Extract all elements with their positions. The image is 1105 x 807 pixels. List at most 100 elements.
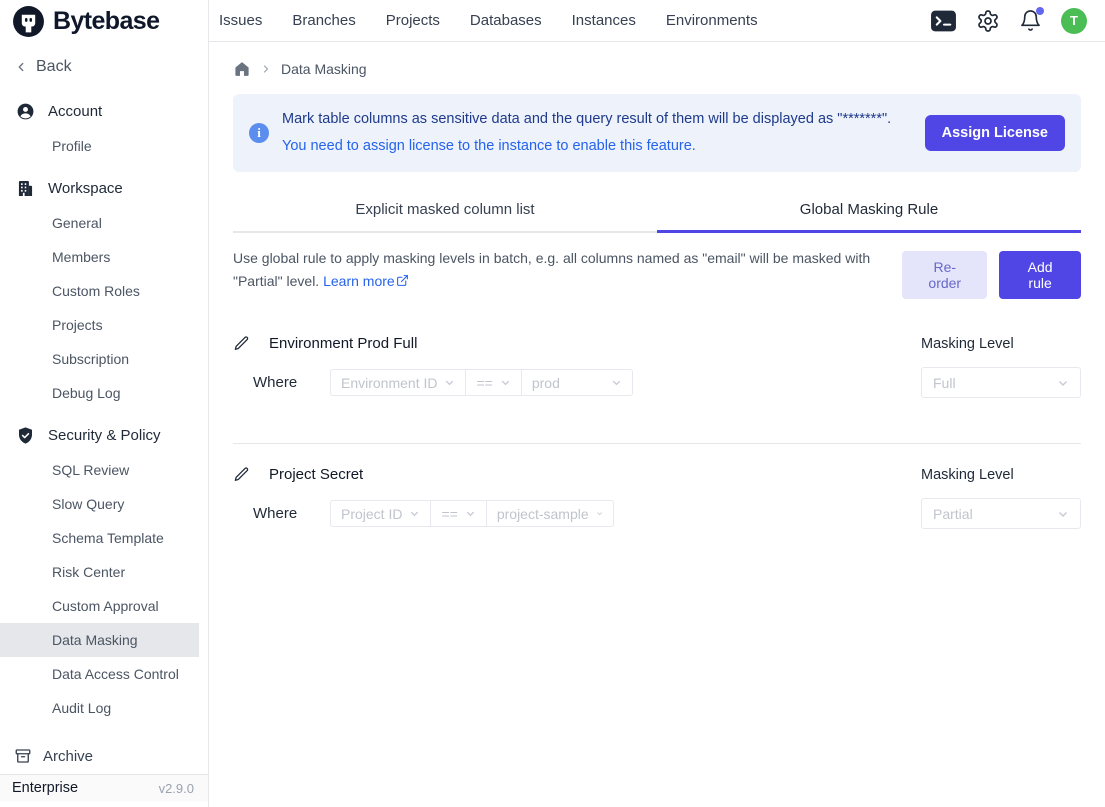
topnav-icons: T: [930, 8, 1087, 34]
sidebar-item-risk-center[interactable]: Risk Center: [0, 555, 199, 589]
masking-rule-card: Environment Prod Full Masking Level Wher…: [233, 335, 1081, 398]
archive-button[interactable]: Archive: [0, 740, 208, 774]
app-window: Bytebase Back Account Profile: [0, 0, 1105, 807]
shield-check-icon: [16, 426, 35, 445]
condition-operator-value: ==: [476, 375, 492, 391]
condition-factor-select[interactable]: Environment ID: [330, 369, 466, 396]
tab-explicit-masked-column-list[interactable]: Explicit masked column list: [233, 192, 657, 233]
banner-line2: You need to assign license to the instan…: [282, 133, 912, 160]
chevron-right-icon: [260, 63, 272, 75]
nav-item-environments[interactable]: Environments: [666, 12, 758, 29]
where-label: Where: [253, 505, 317, 522]
learn-more-link[interactable]: Learn more: [323, 273, 409, 289]
bytebase-logo[interactable]: Bytebase: [0, 0, 208, 42]
chevron-down-icon: [611, 377, 622, 388]
sidebar-item-members[interactable]: Members: [0, 240, 199, 274]
section-security-policy: Security & Policy: [0, 418, 208, 453]
page-content: Data Masking i Mark table columns as sen…: [209, 42, 1105, 807]
toolbar-buttons: Re-order Add rule: [902, 247, 1081, 299]
rule-title-row: Project Secret Masking Level: [233, 466, 1081, 483]
condition-operator-value: ==: [441, 506, 457, 522]
sidebar-item-slow-query[interactable]: Slow Query: [0, 487, 199, 521]
condition-operator-select[interactable]: ==: [430, 500, 486, 527]
sidebar-item-data-masking[interactable]: Data Masking: [0, 623, 199, 657]
rule-title-row: Environment Prod Full Masking Level: [233, 335, 1081, 352]
rules-toolbar: Use global rule to apply masking levels …: [233, 247, 1081, 299]
plan-name: Enterprise: [12, 780, 78, 796]
learn-more-label: Learn more: [323, 273, 395, 289]
edit-pencil-icon[interactable]: [233, 466, 250, 483]
main-panel: Issues Branches Projects Databases Insta…: [209, 0, 1105, 807]
sidebar-item-schema-template[interactable]: Schema Template: [0, 521, 199, 555]
add-rule-button[interactable]: Add rule: [999, 251, 1081, 299]
nav-item-branches[interactable]: Branches: [292, 12, 355, 29]
rule-title: Environment Prod Full: [269, 335, 417, 352]
notifications-bell-icon[interactable]: [1019, 9, 1042, 32]
back-button[interactable]: Back: [0, 42, 208, 82]
sidebar-item-custom-approval[interactable]: Custom Approval: [0, 589, 199, 623]
home-icon[interactable]: [233, 60, 251, 78]
masking-level-select[interactable]: Full: [921, 367, 1081, 398]
condition-value-select[interactable]: project-sample: [486, 500, 614, 527]
masking-level-label: Masking Level: [921, 467, 1081, 483]
rules-description-line2: "Partial" level.: [233, 273, 323, 289]
assign-license-button[interactable]: Assign License: [925, 115, 1065, 151]
sidebar-item-general[interactable]: General: [0, 206, 199, 240]
license-info-banner: i Mark table columns as sensitive data a…: [233, 94, 1081, 172]
breadcrumb-current-page: Data Masking: [281, 61, 367, 77]
plan-version: v2.9.0: [159, 781, 194, 796]
bytebase-logo-icon: [12, 5, 45, 38]
nav-item-issues[interactable]: Issues: [219, 12, 262, 29]
user-icon: [16, 102, 35, 121]
chevron-down-icon: [1057, 377, 1069, 389]
masking-level-select[interactable]: Partial: [921, 498, 1081, 529]
condition-operator-select[interactable]: ==: [465, 369, 521, 396]
archive-icon: [14, 747, 32, 765]
banner-line1: Mark table columns as sensitive data and…: [282, 106, 912, 133]
sidebar-item-subscription[interactable]: Subscription: [0, 342, 199, 376]
masking-level-value: Partial: [933, 506, 973, 522]
sidebar-item-sql-review[interactable]: SQL Review: [0, 453, 199, 487]
brand-name: Bytebase: [53, 7, 159, 36]
rule-condition-row: Where Environment ID == prod: [233, 367, 1081, 398]
sidebar-item-data-access-control[interactable]: Data Access Control: [0, 657, 199, 691]
section-workspace-title: Workspace: [48, 180, 123, 197]
sidebar-item-debug-log[interactable]: Debug Log: [0, 376, 199, 410]
section-account: Account: [0, 94, 208, 129]
condition-factor-value: Project ID: [341, 506, 402, 522]
reorder-button[interactable]: Re-order: [902, 251, 987, 299]
masking-rule-card: Project Secret Masking Level Where Proje…: [233, 466, 1081, 529]
sidebar-nav-list: Account Profile Wor: [0, 82, 208, 740]
building-icon: [16, 179, 35, 198]
condition-value-select[interactable]: prod: [521, 369, 633, 396]
masking-level-value: Full: [933, 375, 956, 391]
rules-description-line1: Use global rule to apply masking levels …: [233, 250, 870, 266]
chevron-down-icon: [444, 377, 455, 388]
settings-gear-icon[interactable]: [976, 9, 1000, 33]
rules-description: Use global rule to apply masking levels …: [233, 247, 902, 294]
sidebar-item-audit-log[interactable]: Audit Log: [0, 691, 199, 725]
archive-label: Archive: [43, 748, 93, 765]
condition-factor-select[interactable]: Project ID: [330, 500, 431, 527]
sidebar-item-projects[interactable]: Projects: [0, 308, 199, 342]
chevron-down-icon: [465, 508, 476, 519]
edit-pencil-icon[interactable]: [233, 335, 250, 352]
external-link-icon: [396, 271, 409, 294]
info-icon: i: [249, 123, 269, 143]
sidebar-item-custom-roles[interactable]: Custom Roles: [0, 274, 199, 308]
section-account-title: Account: [48, 103, 102, 120]
where-label: Where: [253, 374, 317, 391]
sql-editor-terminal-icon[interactable]: [930, 9, 957, 33]
back-label: Back: [36, 58, 72, 76]
notification-dot: [1036, 7, 1044, 15]
nav-item-projects[interactable]: Projects: [386, 12, 440, 29]
top-navbar: Issues Branches Projects Databases Insta…: [209, 0, 1105, 42]
user-avatar[interactable]: T: [1061, 8, 1087, 34]
chevron-down-icon: [500, 377, 511, 388]
condition-select-group: Project ID == project-sample: [330, 500, 614, 527]
nav-item-databases[interactable]: Databases: [470, 12, 542, 29]
tab-global-masking-rule[interactable]: Global Masking Rule: [657, 192, 1081, 233]
nav-item-instances[interactable]: Instances: [572, 12, 636, 29]
sidebar-item-profile[interactable]: Profile: [0, 129, 199, 163]
settings-sidebar: Bytebase Back Account Profile: [0, 0, 209, 807]
